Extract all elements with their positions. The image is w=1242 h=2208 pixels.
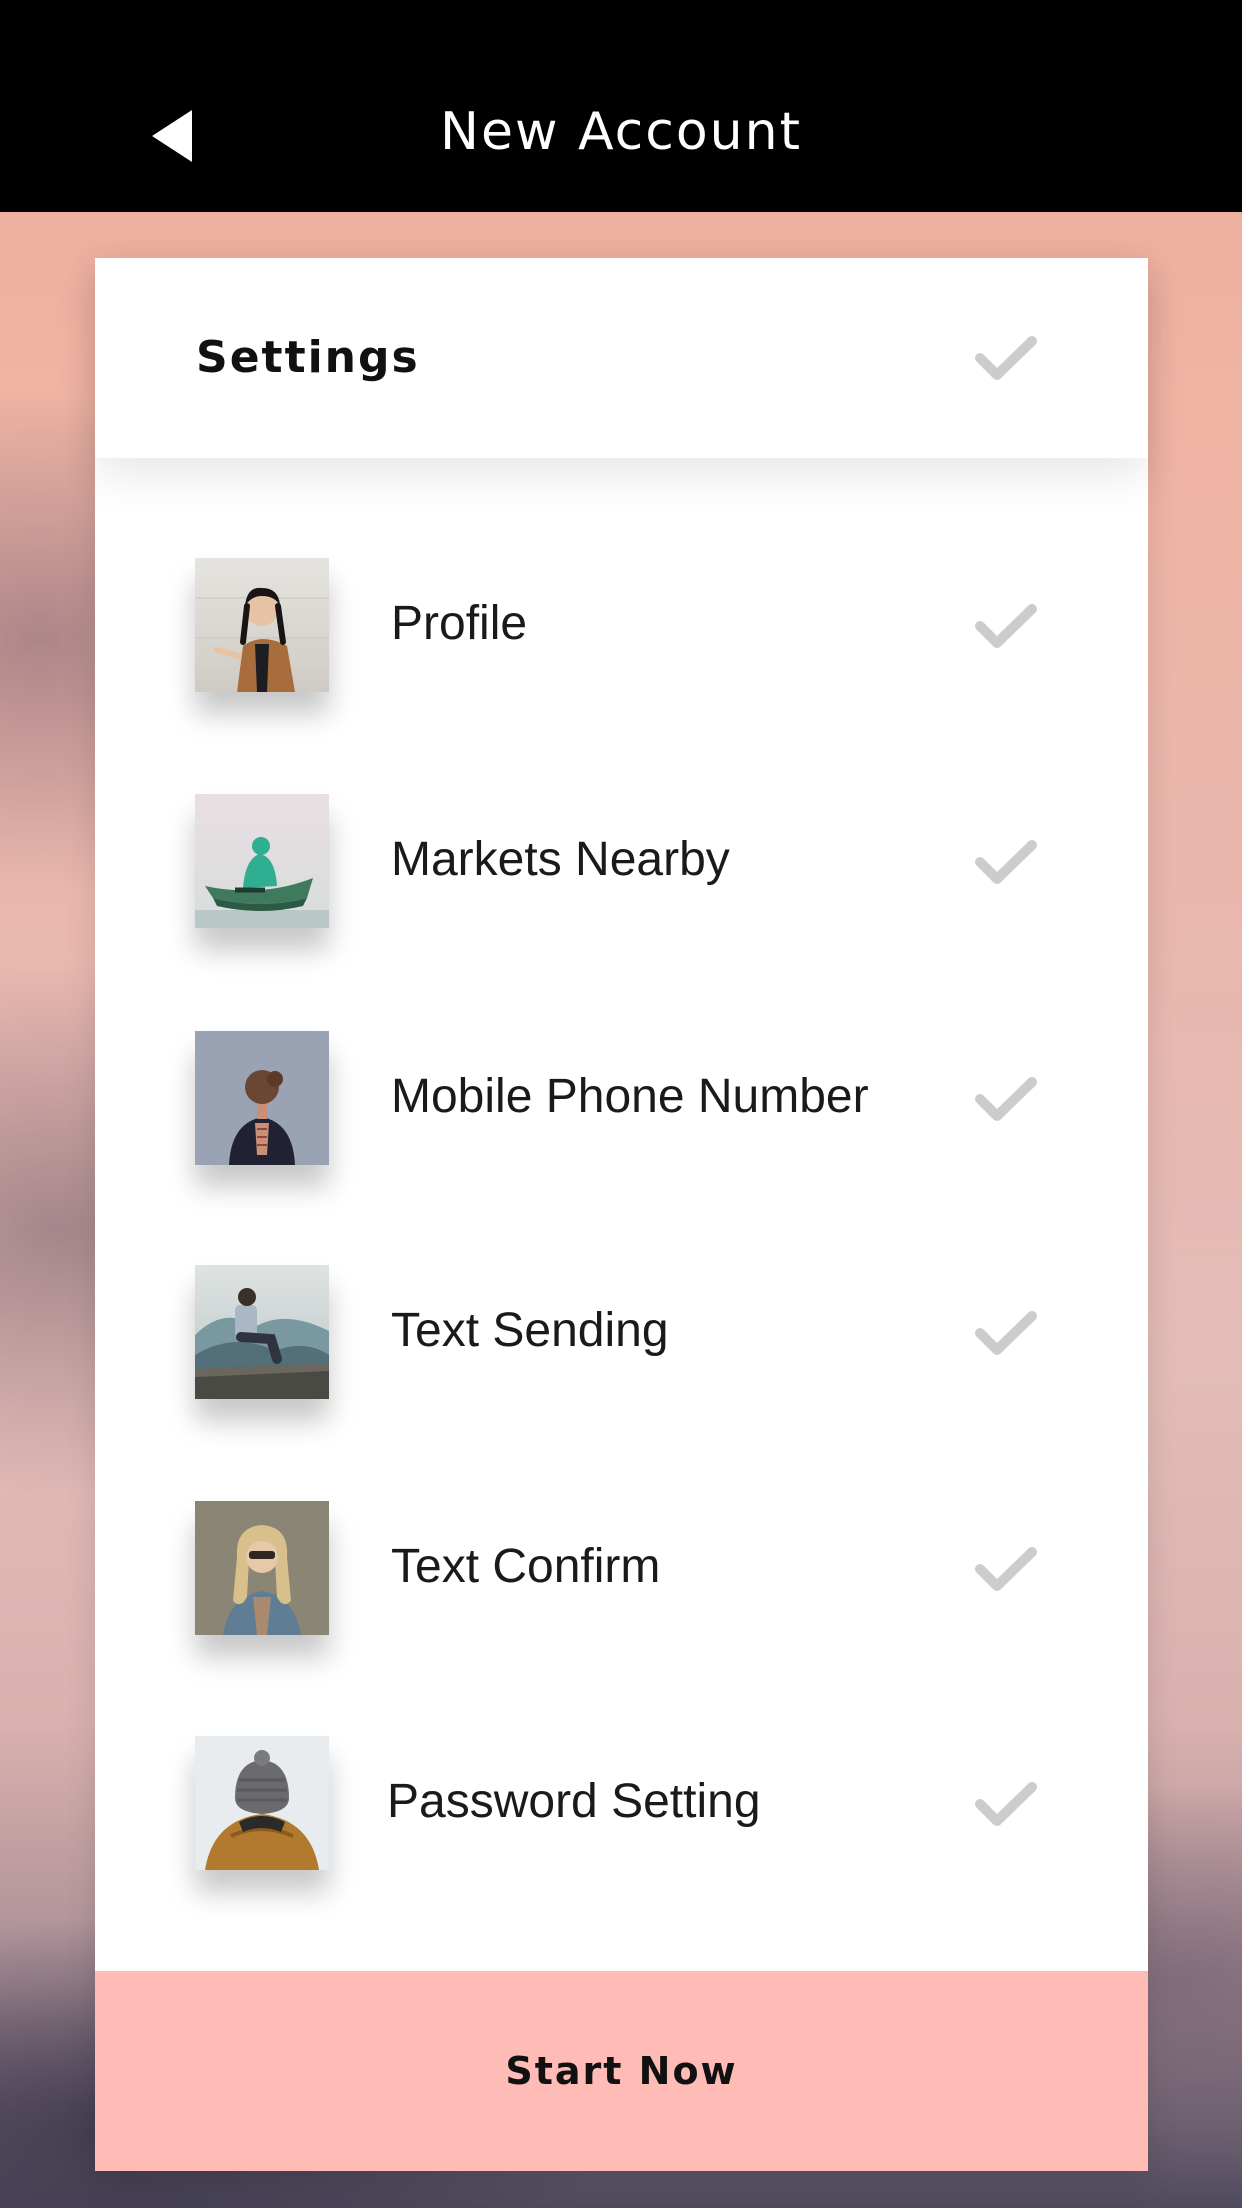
text-sending-thumbnail [195,1265,329,1399]
checkmark-icon [975,1309,1037,1357]
list-item-password-setting[interactable]: Password Setting [95,1736,1148,1872]
checkmark-icon [975,602,1037,650]
item-label: Password Setting [387,1775,761,1828]
list-item-text-sending[interactable]: Text Sending [95,1265,1148,1401]
markets-thumbnail [195,794,329,928]
item-label: Text Sending [391,1304,669,1357]
list-item-profile[interactable]: Profile [95,558,1148,694]
page-title: New Account [440,102,802,162]
checkmark-icon [975,334,1037,382]
checkmark-icon [975,1545,1037,1593]
nav-bar: New Account [0,0,1242,212]
mobile-phone-thumbnail [195,1031,329,1165]
list-item-mobile-phone-number[interactable]: Mobile Phone Number [95,1031,1148,1167]
text-confirm-thumbnail [195,1501,329,1635]
settings-card: Settings Profile Markets Nearby Mobile P… [95,258,1148,2171]
list-item-text-confirm[interactable]: Text Confirm [95,1501,1148,1637]
profile-thumbnail [195,558,329,692]
list-item-markets-nearby[interactable]: Markets Nearby [95,794,1148,930]
checkmark-icon [975,1075,1037,1123]
checkmark-icon [975,838,1037,886]
item-label: Text Confirm [391,1540,661,1593]
start-now-button[interactable]: Start Now [95,1971,1148,2171]
settings-header: Settings [95,258,1148,458]
start-now-label: Start Now [505,2049,738,2093]
item-label: Mobile Phone Number [391,1070,869,1123]
item-label: Profile [391,597,528,650]
item-label: Markets Nearby [391,833,730,886]
password-setting-thumbnail [195,1736,329,1870]
settings-title: Settings [196,332,420,383]
checkmark-icon [975,1780,1037,1828]
